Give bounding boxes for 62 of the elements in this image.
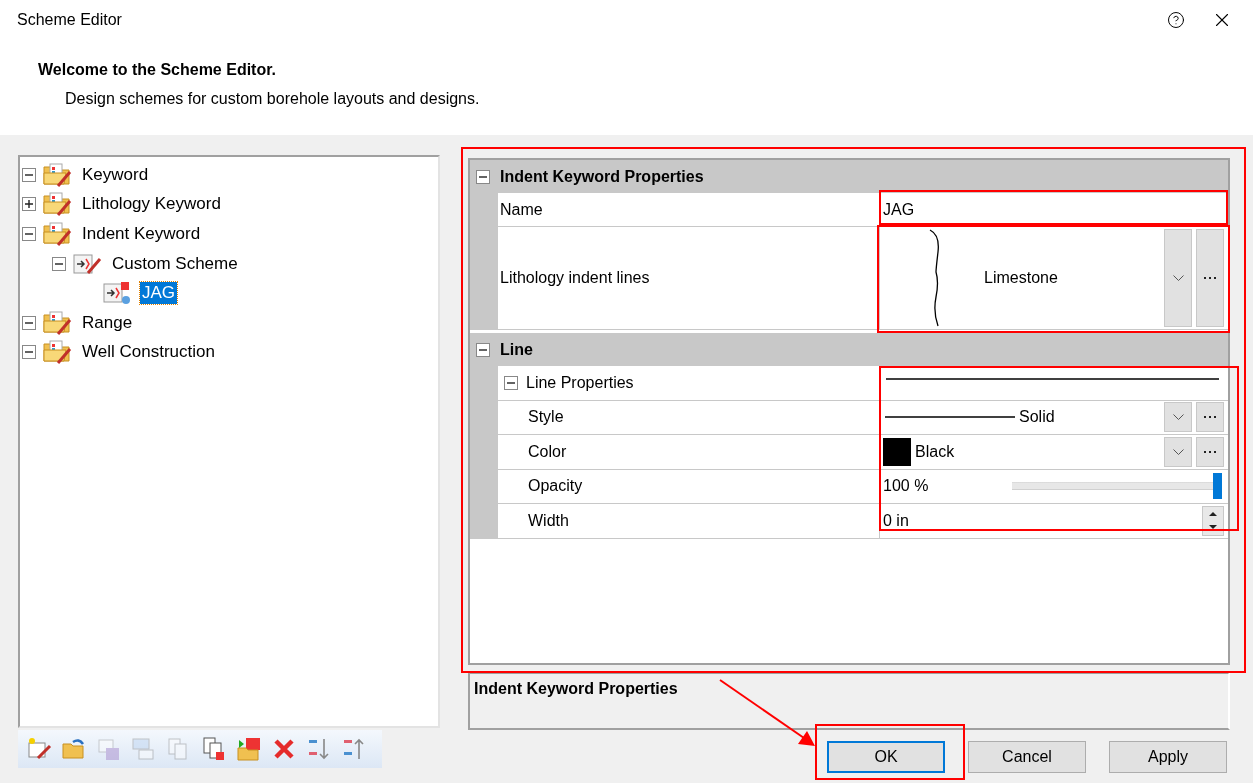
dialog-button[interactable]: Apply [1109,741,1227,773]
slider-thumb[interactable] [1213,473,1222,500]
lithology-value: Limestone [984,269,1058,287]
tree-item[interactable]: JAG [140,282,178,305]
opacity-value: 100 % [883,477,929,496]
chevron-down-icon [1172,414,1184,421]
collapse-icon[interactable] [476,169,490,184]
more-icon [1204,416,1216,419]
chevron-down-icon [1172,448,1184,455]
import-icon [235,736,262,762]
property-label: Style [528,408,564,427]
collapse-icon[interactable] [22,227,36,241]
scheme-icon [102,280,132,307]
welcome-heading: Welcome to the Scheme Editor. [38,61,277,79]
save-icon [95,736,122,762]
indent-line-icon [928,229,942,327]
collapse-icon[interactable] [52,256,66,271]
dialog-button[interactable]: Cancel [968,741,1086,773]
property-label: Name [500,200,543,219]
collapse-icon[interactable] [22,167,36,182]
width-value[interactable]: 0 in [883,511,909,530]
tree-item[interactable]: Indent Keyword [80,223,203,245]
open-folder-icon [60,736,87,762]
tree-item[interactable]: Well Construction [80,341,217,364]
tree-item[interactable]: Lithology Keyword [80,193,223,216]
folder-icon [42,161,72,188]
toolbar-button[interactable] [234,735,263,763]
category-title: Indent Keyword Properties [500,167,704,186]
more-icon [1204,450,1216,453]
down-arrow-icon [1209,525,1217,531]
welcome-subtitle: Design schemes for custom borehole layouts and designs. [65,90,481,108]
expand-icon[interactable] [22,197,36,212]
chevron-down-icon [1172,275,1184,281]
property-label: Line Properties [526,373,634,392]
tree-item[interactable]: Custom Scheme [110,252,240,275]
folder-icon [42,339,72,366]
dialog-button[interactable]: OK [827,741,945,773]
opacity-slider[interactable] [1012,473,1222,500]
property-label: Lithology indent lines [500,269,650,287]
color-value: Black [915,442,955,461]
description-title: Indent Keyword Properties [474,680,678,697]
tree-item[interactable]: Keyword [80,163,151,186]
collapse-icon[interactable] [22,345,36,360]
folder-icon [42,191,72,218]
property-label: Color [528,442,567,461]
collapse-icon[interactable] [22,315,36,330]
style-value: Solid [1019,408,1055,427]
category-title: Line [500,340,533,359]
up-arrow-icon [1209,511,1217,517]
folder-icon [42,309,72,336]
collapse-icon[interactable] [476,342,490,357]
property-label: Opacity [528,477,583,496]
folder-icon [42,221,72,247]
help-icon [1167,11,1185,29]
collapse-icon[interactable] [504,375,518,390]
window-title: Scheme Editor [17,11,123,29]
tree-item[interactable]: Range [80,311,135,334]
layout-icon [130,736,157,762]
new-icon [25,736,52,762]
paste-icon [200,736,227,762]
name-value[interactable]: JAG [883,200,915,219]
property-label: Width [528,511,569,530]
